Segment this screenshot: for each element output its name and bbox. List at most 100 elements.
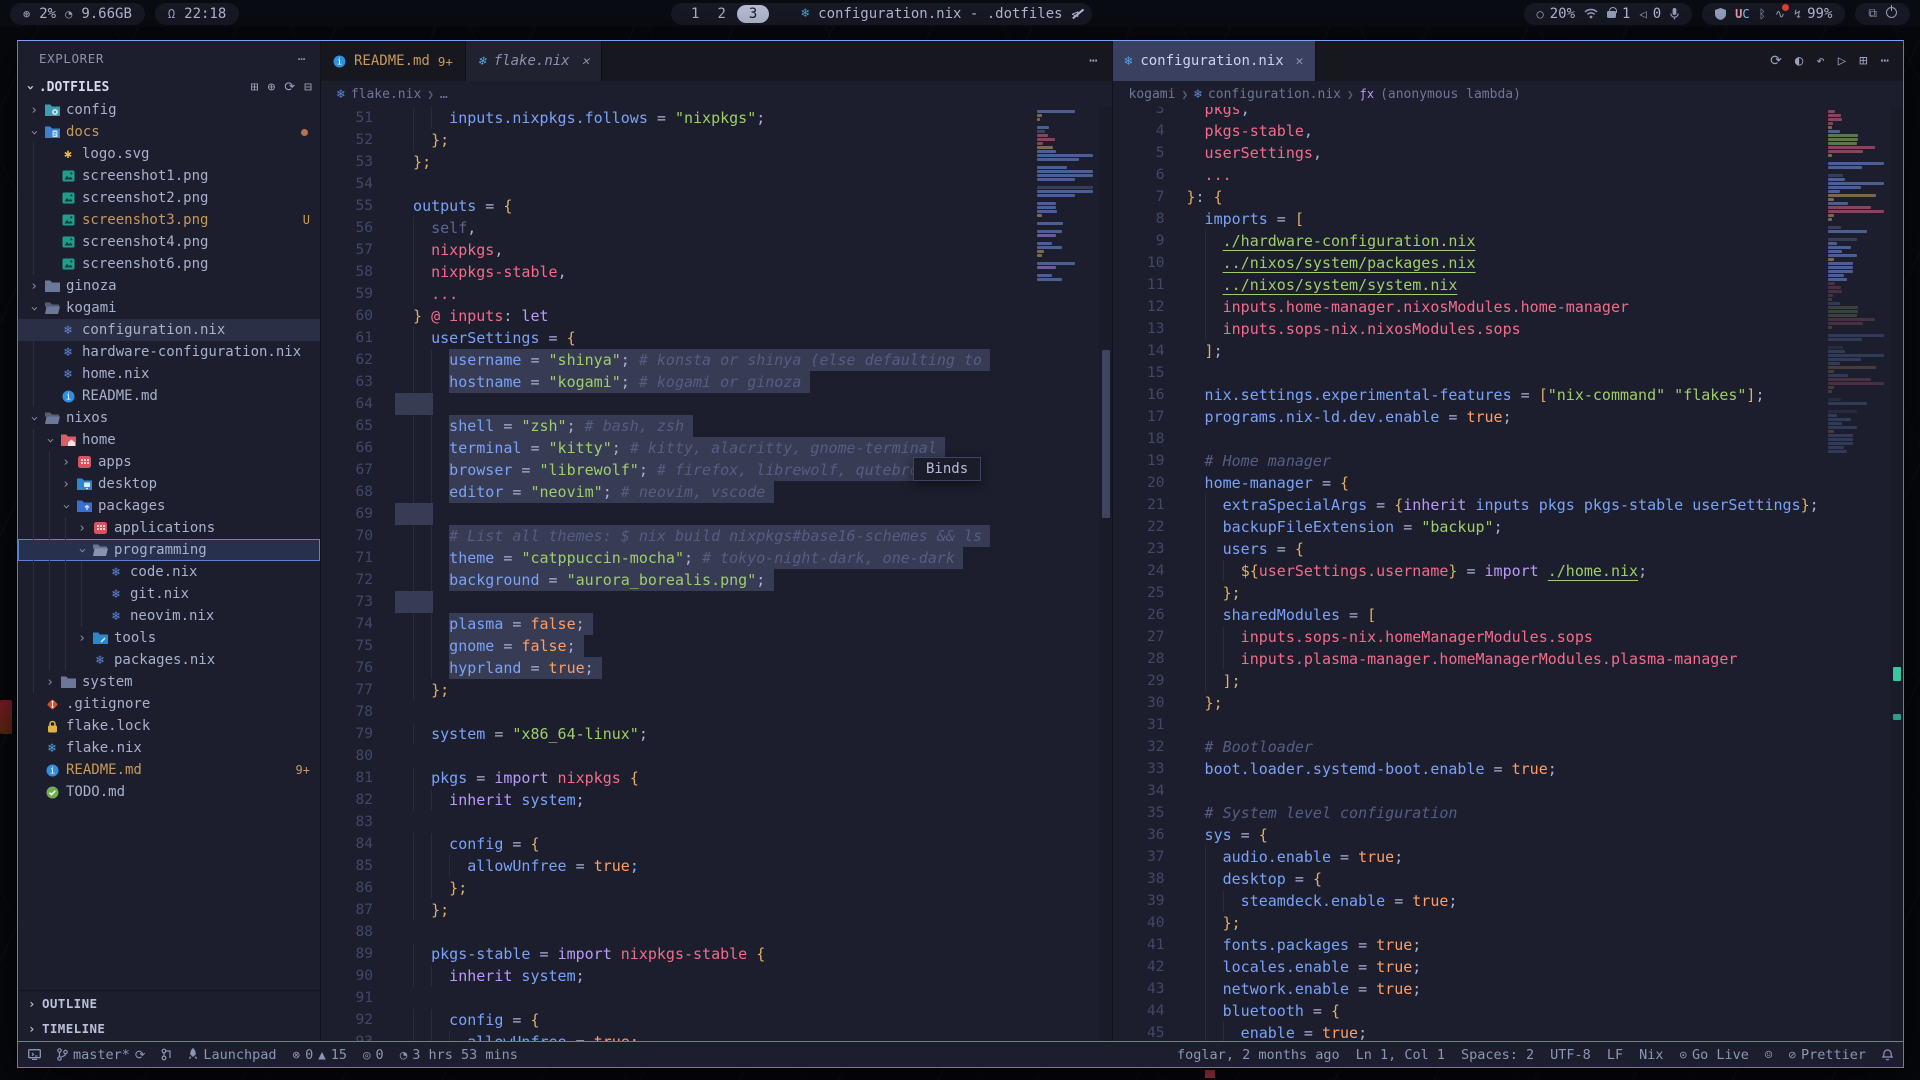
tree-item-screenshot2-png[interactable]: screenshot2.png — [18, 187, 320, 209]
code-line-54[interactable]: 54 — [321, 173, 1033, 195]
code-line-73[interactable]: 73 — [321, 591, 1033, 613]
code-line-17[interactable]: 17 programs.nix-ld.dev.enable = true; — [1113, 406, 1825, 428]
code-line-76[interactable]: 76 hyprland = true; — [321, 657, 1033, 679]
breadcrumb-item[interactable]: flake.nix — [351, 87, 421, 102]
status-cursor-position[interactable]: Ln 1, Col 1 — [1356, 1047, 1445, 1063]
code-line-70[interactable]: 70 # List all themes: $ nix build nixpkg… — [321, 525, 1033, 547]
code-line-79[interactable]: 79 system = "x86_64-linux"; — [321, 723, 1033, 745]
code-line-19[interactable]: 19 # Home manager — [1113, 450, 1825, 472]
folder-section-header[interactable]: › .DOTFILES ⊞⊕⟳⊟ — [18, 75, 320, 99]
tree-item-config[interactable]: › config — [18, 99, 320, 121]
tree-item-readme-md[interactable]: i README.md 9+ — [18, 759, 320, 781]
code-line-16[interactable]: 16 nix.settings.experimental-features = … — [1113, 384, 1825, 406]
code-line-45[interactable]: 45 enable = true; — [1113, 1022, 1825, 1041]
status-language-mode[interactable]: Nix — [1639, 1047, 1663, 1063]
code-line-59[interactable]: 59 ... — [321, 283, 1033, 305]
status-feedback[interactable]: ◎0 — [363, 1047, 384, 1063]
panel-timeline[interactable]: ›TIMELINE — [18, 1016, 320, 1041]
tab-readme-md[interactable]: iREADME.md 9+ — [321, 41, 466, 81]
code-line-39[interactable]: 39 steamdeck.enable = true; — [1113, 890, 1825, 912]
tab-flake-nix[interactable]: ❄flake.nix ✕ — [466, 41, 603, 81]
tree-item-tools[interactable]: › tools — [18, 627, 320, 649]
tab-configuration-nix[interactable]: ❄configuration.nix ✕ — [1113, 41, 1317, 81]
topbar-pill-right-1[interactable]: UCᛒ∿↯99% — [1702, 3, 1845, 25]
code-line-69[interactable]: 69 — [321, 503, 1033, 525]
breadcrumb[interactable]: kogami❯❄configuration.nix❯ƒx(anonymous l… — [1113, 81, 1904, 107]
tree-item-screenshot4-png[interactable]: screenshot4.png — [18, 231, 320, 253]
code-line-60[interactable]: 60 } @ inputs: let — [321, 305, 1033, 327]
code-line-23[interactable]: 23 users = { — [1113, 538, 1825, 560]
code-line-71[interactable]: 71 theme = "catppuccin-mocha"; # tokyo-n… — [321, 547, 1033, 569]
run-icon[interactable]: ▷ — [1838, 53, 1846, 69]
status-gitlens[interactable] — [161, 1048, 172, 1061]
minimap[interactable] — [1824, 107, 1890, 1041]
code-line-10[interactable]: 10 ../nixos/system/packages.nix — [1113, 252, 1825, 274]
code-line-35[interactable]: 35 # System level configuration — [1113, 802, 1825, 824]
code-line-28[interactable]: 28 inputs.plasma-manager.homeManagerModu… — [1113, 648, 1825, 670]
open-changes-icon[interactable]: ◐ — [1795, 53, 1803, 69]
status-time-tracker[interactable]: ◔3 hrs 53 mins — [400, 1047, 518, 1063]
tree-item-ginoza[interactable]: › ginoza — [18, 275, 320, 297]
tree-item-packages[interactable]: › packages — [18, 495, 320, 517]
code-line-15[interactable]: 15 — [1113, 362, 1825, 384]
code-line-14[interactable]: 14 ]; — [1113, 340, 1825, 362]
code-line-41[interactable]: 41 fonts.packages = true; — [1113, 934, 1825, 956]
split-editor-icon[interactable]: ⊞ — [1859, 53, 1867, 69]
topbar-pill-left-1[interactable]: Ω22:18 — [155, 3, 239, 25]
code-line-13[interactable]: 13 inputs.sops-nix.nixosModules.sops — [1113, 318, 1825, 340]
minimap[interactable] — [1033, 107, 1099, 1041]
code-line-52[interactable]: 52 }; — [321, 129, 1033, 151]
tree-item-kogami[interactable]: › kogami — [18, 297, 320, 319]
code-line-7[interactable]: 7}: { — [1113, 186, 1825, 208]
close-icon[interactable]: ✕ — [1296, 54, 1304, 69]
collapse-all-icon[interactable]: ⊟ — [304, 80, 312, 95]
tree-item-flake-nix[interactable]: ❄ flake.nix — [18, 737, 320, 759]
code-line-42[interactable]: 42 locales.enable = true; — [1113, 956, 1825, 978]
workspace-3[interactable]: 3 — [737, 5, 769, 23]
code-line-37[interactable]: 37 audio.enable = true; — [1113, 846, 1825, 868]
code-line-20[interactable]: 20 home-manager = { — [1113, 472, 1825, 494]
code-line-65[interactable]: 65 shell = "zsh"; # bash, zsh — [321, 415, 1033, 437]
status-eol[interactable]: LF — [1607, 1047, 1623, 1063]
workspace-switcher[interactable]: 123 — [684, 5, 769, 23]
explorer-more-actions-icon[interactable]: ⋯ — [298, 51, 306, 66]
code-line-78[interactable]: 78 — [321, 701, 1033, 723]
breadcrumb-item[interactable]: … — [440, 87, 448, 102]
code-line-26[interactable]: 26 sharedModules = [ — [1113, 604, 1825, 626]
code-line-92[interactable]: 92 config = { — [321, 1009, 1033, 1031]
tree-item-git-nix[interactable]: ❄ git.nix — [18, 583, 320, 605]
code-line-8[interactable]: 8 imports = [ — [1113, 208, 1825, 230]
code-line-55[interactable]: 55 outputs = { — [321, 195, 1033, 217]
new-folder-icon[interactable]: ⊕ — [267, 80, 275, 95]
code-line-18[interactable]: 18 — [1113, 428, 1825, 450]
code-line-74[interactable]: 74 plasma = false; — [321, 613, 1033, 635]
tree-item-configuration-nix[interactable]: ❄ configuration.nix — [18, 319, 320, 341]
more-actions-icon[interactable]: ⋯ — [1881, 53, 1889, 69]
code-line-34[interactable]: 34 — [1113, 780, 1825, 802]
scrollbar[interactable] — [1890, 107, 1903, 1041]
code-line-86[interactable]: 86 }; — [321, 877, 1033, 899]
code-line-77[interactable]: 77 }; — [321, 679, 1033, 701]
code-line-57[interactable]: 57 nixpkgs, — [321, 239, 1033, 261]
code-line-80[interactable]: 80 — [321, 745, 1033, 767]
code-line-81[interactable]: 81 pkgs = import nixpkgs { — [321, 767, 1033, 789]
status-problems[interactable]: ⊗0 ▲15 — [293, 1047, 347, 1063]
code-line-27[interactable]: 27 inputs.sops-nix.homeManagerModules.so… — [1113, 626, 1825, 648]
tree-item-nixos[interactable]: › nixos — [18, 407, 320, 429]
status-indentation[interactable]: Spaces: 2 — [1461, 1047, 1534, 1063]
topbar-pill-left-0[interactable]: ⊛2%◔9.66GB — [10, 3, 145, 25]
tree-item-neovim-nix[interactable]: ❄ neovim.nix — [18, 605, 320, 627]
code-line-29[interactable]: 29 ]; — [1113, 670, 1825, 692]
tree-item-screenshot6-png[interactable]: screenshot6.png — [18, 253, 320, 275]
close-icon[interactable]: ✕ — [582, 54, 590, 69]
topbar-pill-right-0[interactable]: ○20%1◁0 — [1524, 3, 1693, 25]
tree-item-home[interactable]: › home — [18, 429, 320, 451]
breadcrumb-item[interactable]: configuration.nix — [1208, 87, 1341, 102]
tree-item-programming[interactable]: › programming — [18, 539, 320, 561]
code-line-63[interactable]: 63 hostname = "kogami"; # kogami or gino… — [321, 371, 1033, 393]
tree-item-code-nix[interactable]: ❄ code.nix — [18, 561, 320, 583]
refresh-icon[interactable]: ⟳ — [284, 80, 295, 95]
code-line-38[interactable]: 38 desktop = { — [1113, 868, 1825, 890]
code-line-33[interactable]: 33 boot.loader.systemd-boot.enable = tru… — [1113, 758, 1825, 780]
editor-viewport[interactable]: 51 inputs.nixpkgs.follows = "nixpkgs";52… — [321, 107, 1112, 1041]
